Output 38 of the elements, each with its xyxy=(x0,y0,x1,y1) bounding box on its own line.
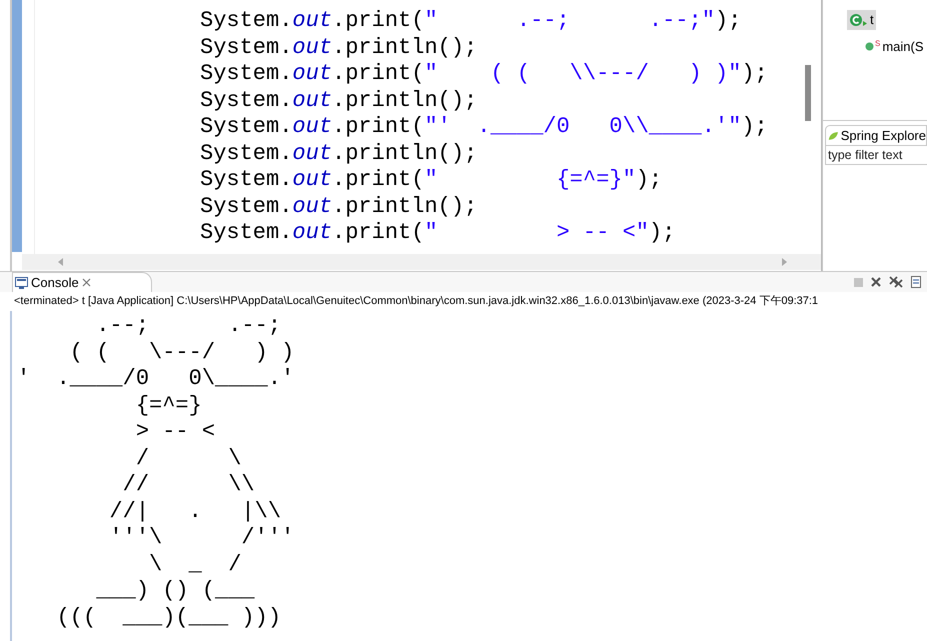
console-output-line: > -- < xyxy=(134,419,216,446)
console-tab[interactable]: Console xyxy=(12,272,152,292)
horizontal-scrollbar[interactable] xyxy=(22,254,821,270)
code-line: System.out.print("' .____/0 0\\____.'"); xyxy=(200,114,768,140)
code-line: System.out.print(" {=^=}"); xyxy=(200,167,662,194)
code-line: System.out.println(); xyxy=(200,34,478,61)
remove-all-icon[interactable] xyxy=(889,276,903,288)
class-icon xyxy=(849,13,869,27)
code-line: System.out.println(); xyxy=(200,88,478,114)
method-icon xyxy=(865,42,874,51)
filter-field[interactable]: type filter text xyxy=(825,145,927,165)
console-output-line: .--; .--; xyxy=(95,313,282,340)
code-line: System.out.println(); xyxy=(200,194,478,220)
code-line: System.out.print(" > -- <"); xyxy=(200,220,676,246)
console-output-line: {=^=} xyxy=(134,392,202,419)
scroll-thumb[interactable] xyxy=(805,65,811,121)
page-icon[interactable] xyxy=(911,276,923,288)
console-output-line: '''\ /''' xyxy=(108,525,294,552)
console-output-line: ((( ___)(___ ))) xyxy=(56,604,282,631)
scroll-left-icon[interactable] xyxy=(58,258,64,266)
console-output-line: //| . |\\ xyxy=(108,498,282,525)
remove-icon[interactable] xyxy=(871,277,881,287)
scroll-right-icon[interactable] xyxy=(781,258,787,266)
code-line: System.out.print(" .--; .--;"); xyxy=(200,8,742,34)
console-icon xyxy=(15,276,28,288)
code-line: System.out.print(" ( ( \\---/ ) )"); xyxy=(200,61,768,88)
spring-explorer-tab[interactable]: Spring Explore xyxy=(825,125,927,145)
console-output-line: \ _ / xyxy=(148,552,242,578)
console-output-line: ( ( \---/ ) ) xyxy=(68,340,294,366)
console-output-line: ___) () (___ xyxy=(95,578,255,604)
console-status: <terminated> t [Java Application] C:\Users\HP\AppData\Local\Genuitec\Common\binary\com.sun.java.jdk.win32.x86_1.6.0.013\bin\javaw.exe (2023-3-24 下午09:37:1 xyxy=(13,294,820,309)
code-line: System.out.println(); xyxy=(200,140,478,167)
close-icon[interactable] xyxy=(82,278,91,287)
console-output-line: // \\ xyxy=(122,472,255,498)
console-output-line: / \ xyxy=(134,446,242,472)
outline-item[interactable]: t xyxy=(847,10,876,30)
leaf-icon xyxy=(828,130,839,142)
console-output-line: ' .____/0 0\____.' xyxy=(17,366,294,392)
